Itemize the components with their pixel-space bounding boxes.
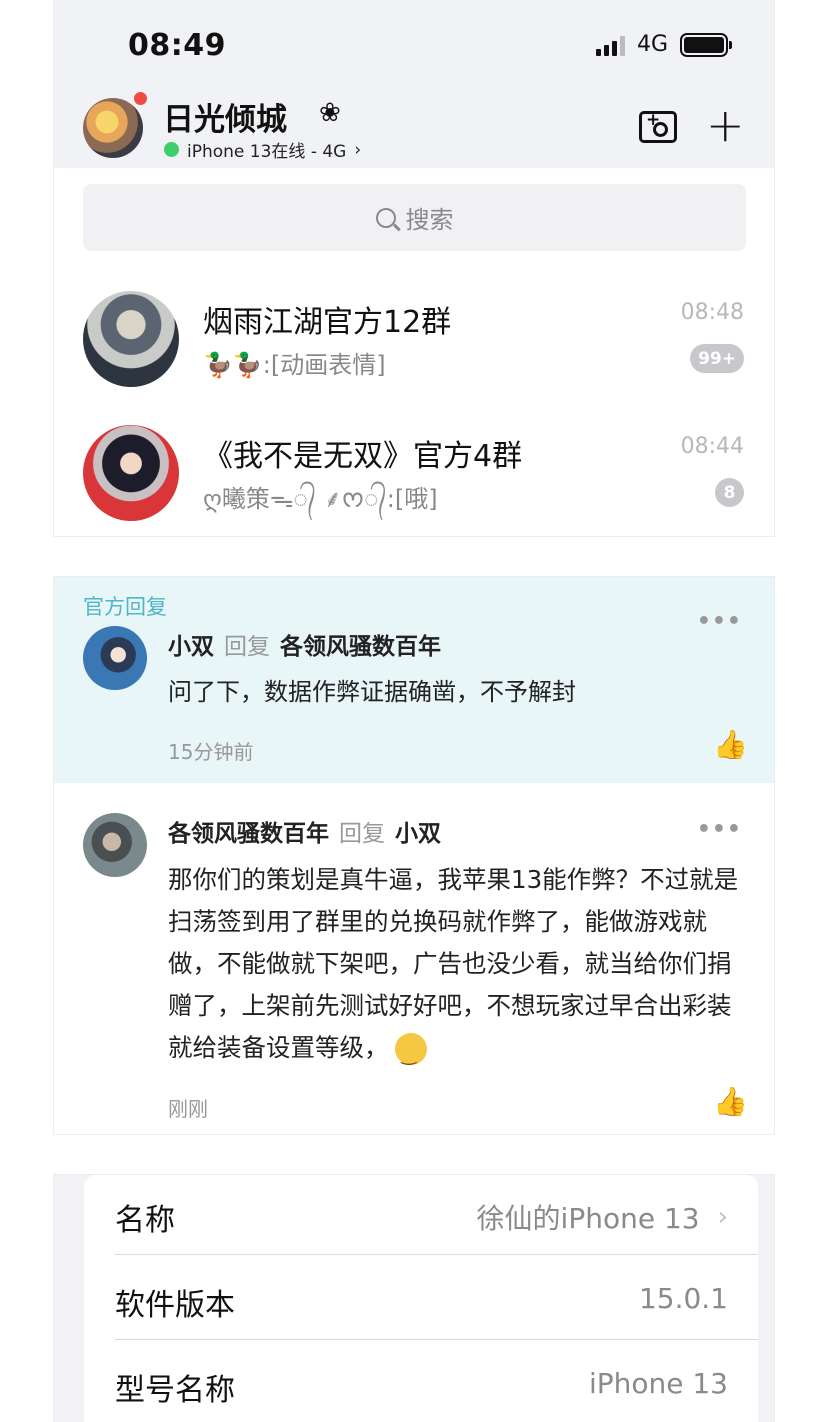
settings-value: 徐仙的iPhone 13 — [476, 1202, 700, 1235]
online-status[interactable]: iPhone 13在线 - 4G › — [164, 137, 361, 162]
search-bar[interactable]: 搜索 — [83, 184, 746, 251]
chevron-right-icon: › — [717, 1202, 728, 1232]
reply-word: 回复 — [339, 821, 385, 847]
unread-badge: 99+ — [690, 344, 744, 373]
comment-text: 问了下，数据作弊证据确凿，不予解封 — [168, 678, 576, 706]
chat-preview: 🦆🦆:[动画表情] — [203, 351, 386, 379]
settings-row-name[interactable]: 名称 徐仙的iPhone 13 › — [84, 1175, 758, 1260]
chat-title: 烟雨江湖官方12群 — [203, 305, 452, 340]
status-time: 08:49 — [128, 28, 226, 63]
like-icon[interactable]: 👍 — [713, 1085, 748, 1118]
avatar[interactable] — [83, 626, 147, 690]
settings-row-software-version: 软件版本 15.0.1 — [84, 1260, 758, 1345]
comment-header: 各领风骚数百年 回复 小双 — [168, 814, 441, 848]
chat-item[interactable]: 烟雨江湖官方12群 🦆🦆:[动画表情] 08:48 99+ — [54, 291, 774, 421]
divider — [115, 1254, 758, 1255]
group-avatar — [83, 291, 179, 387]
comments-panel: 官方回复 小双 回复 各领风骚数百年 ••• 问了下，数据作弊证据确凿，不予解封… — [53, 576, 775, 1135]
reply-target[interactable]: 小双 — [395, 814, 441, 848]
reply-target[interactable]: 各领风骚数百年 — [280, 627, 441, 661]
chat-title: 《我不是无双》官方4群 — [203, 439, 523, 474]
comment-time: 15分钟前 — [168, 740, 254, 764]
settings-label: 型号名称 — [115, 1373, 235, 1408]
avatar[interactable] — [83, 98, 143, 158]
chat-preview: ღ曦策ᯓ᭄ ⸙ᰔ᭄:[哦] — [203, 485, 438, 513]
plus-icon[interactable]: + — [706, 100, 745, 150]
chat-time: 08:44 — [680, 434, 744, 459]
comment-header: 小双 回复 各领风骚数百年 — [168, 627, 441, 661]
smile-emoji-icon — [394, 1033, 427, 1077]
settings-label: 软件版本 — [115, 1288, 235, 1323]
video-add-icon[interactable] — [639, 110, 677, 143]
official-reply-label: 官方回复 — [83, 595, 167, 619]
settings-value: iPhone 13 — [588, 1367, 728, 1400]
more-icon[interactable]: ••• — [697, 817, 742, 842]
reply-word: 回复 — [224, 634, 270, 660]
header-area: 08:49 4G 日光倾城 ❀ iPhone 13在线 - 4G › + — [54, 0, 774, 168]
comment-text-wrap: 那你们的策划是真牛逼，我苹果13能作弊？不过就是扫荡签到用了群里的兑换码就作弊了… — [168, 859, 748, 1077]
network-label: 4G — [636, 32, 668, 57]
device-settings-panel: 名称 徐仙的iPhone 13 › 软件版本 15.0.1 型号名称 iPhon… — [53, 1174, 775, 1422]
online-status-text: iPhone 13在线 - 4G — [187, 142, 347, 162]
signal-icon — [595, 34, 625, 56]
status-icons: 4G — [595, 32, 732, 57]
unread-badge: 8 — [715, 478, 744, 507]
group-avatar — [83, 425, 179, 521]
divider — [115, 1339, 758, 1340]
comment-author[interactable]: 小双 — [168, 627, 214, 661]
qq-chat-list-panel: 08:49 4G 日光倾城 ❀ iPhone 13在线 - 4G › + 搜索 … — [53, 0, 775, 537]
chevron-right-icon: › — [354, 139, 362, 160]
battery-icon — [680, 32, 732, 57]
search-placeholder: 搜索 — [405, 206, 454, 234]
avatar[interactable] — [83, 813, 147, 877]
search-icon — [375, 207, 396, 228]
chat-item[interactable]: 《我不是无双》官方4群 ღ曦策ᯓ᭄ ⸙ᰔ᭄:[哦] 08:44 8 — [54, 425, 774, 536]
comment-text: 那你们的策划是真牛逼，我苹果13能作弊？不过就是扫荡签到用了群里的兑换码就作弊了… — [168, 865, 739, 1062]
more-icon[interactable]: ••• — [697, 609, 742, 634]
settings-row-model-name: 型号名称 iPhone 13 — [84, 1345, 758, 1422]
settings-label: 名称 — [115, 1203, 175, 1238]
settings-card: 名称 徐仙的iPhone 13 › 软件版本 15.0.1 型号名称 iPhon… — [84, 1175, 758, 1422]
settings-value: 15.0.1 — [638, 1282, 728, 1315]
comment-author[interactable]: 各领风骚数百年 — [168, 814, 329, 848]
flower-icon: ❀ — [319, 98, 341, 128]
online-dot-icon — [164, 142, 179, 157]
like-icon[interactable]: 👍 — [713, 728, 748, 761]
profile-name[interactable]: 日光倾城 — [163, 94, 287, 139]
chat-time: 08:48 — [680, 300, 744, 325]
comment-time: 刚刚 — [168, 1097, 208, 1121]
notification-dot — [132, 90, 149, 107]
settings-value-wrap: 徐仙的iPhone 13 › — [477, 1197, 728, 1237]
